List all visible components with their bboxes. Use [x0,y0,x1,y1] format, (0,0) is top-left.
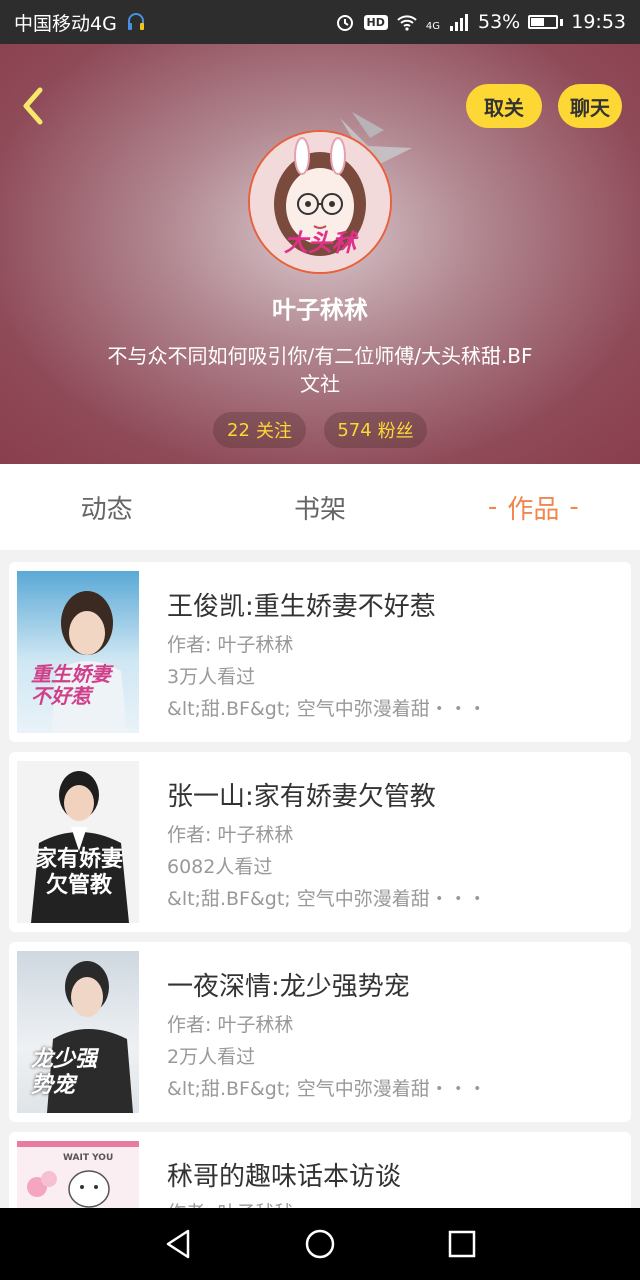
work-views: 6082人看过 [167,856,273,878]
clock: 19:53 [571,11,626,33]
headset-icon [127,13,144,30]
work-card[interactable]: 重生娇妻不好惹 王俊凯:重生娇妻不好惹 作者: 叶子秫秫 3万人看过 &lt;甜… [9,562,631,742]
home-nav-icon[interactable] [302,1226,338,1262]
work-description: &lt;甜.BF&gt; 空气中弥漫着甜・・・ [167,1078,487,1100]
following-count: 22 [227,419,250,441]
work-views: 2万人看过 [167,1046,256,1068]
work-description: &lt;甜.BF&gt; 空气中弥漫着甜・・・ [167,888,487,910]
work-card[interactable]: WAIT YOU 秫哥的趣味话本访谈 作者: 叶子秫秫 [9,1132,631,1208]
bio: 不与众不同如何吸引你/有二位师傅/大头秫甜.BF文社 [107,344,533,396]
avatar-text: 大头秫 [284,229,356,257]
tab-indicator-left: - [487,492,498,522]
work-views: 3万人看过 [167,666,256,688]
chevron-left-icon [23,87,43,125]
unfollow-button[interactable]: 取关 [466,84,542,128]
cover-art [17,1141,139,1208]
battery-percent: 53% [478,11,521,33]
back-nav-icon[interactable] [160,1226,196,1262]
wifi-icon [397,15,417,31]
navigation-bar [0,1208,640,1280]
tab-bookshelf-label: 书架 [293,494,346,525]
work-author: 作者: 叶子秫秫 [167,1198,293,1208]
cover-title: 龙少强势宠 [31,1047,98,1098]
avatar[interactable]: 大头秫 [248,130,392,274]
chat-button[interactable]: 聊天 [558,84,622,128]
cover-art [51,591,127,733]
tab-bookshelf[interactable]: 书架 [213,464,426,550]
tab-works[interactable]: - 作品 - [427,464,640,550]
following-stat[interactable]: 22 关注 [213,412,306,448]
hd-badge: HD [363,14,388,30]
tab-works-label: 作品 [507,494,560,525]
alarm-icon [336,15,353,31]
fans-stat[interactable]: 574 粉丝 [324,412,427,448]
work-description: &lt;甜.BF&gt; 空气中弥漫着甜・・・ [167,698,487,720]
recents-nav-icon[interactable] [444,1226,480,1262]
fans-count: 574 [337,419,372,441]
battery-fill [531,18,545,26]
nickname: 叶子秫秫 [272,296,368,324]
work-author: 作者: 叶子秫秫 [167,1014,294,1036]
book-cover[interactable]: 家有娇妻欠管教 [17,761,139,923]
work-card[interactable]: 家有娇妻欠管教 张一山:家有娇妻欠管教 作者: 叶子秫秫 6082人看过 &lt… [9,752,631,932]
book-cover[interactable]: 重生娇妻不好惹 [17,571,139,733]
work-author: 作者: 叶子秫秫 [167,634,294,656]
work-title: 一夜深情:龙少强势宠 [167,972,410,1002]
profile-tabs: 动态 书架 - 作品 - [0,464,640,550]
signal-icon [450,14,468,31]
tab-activity-label: 动态 [80,494,133,525]
network-label: 4G [425,21,440,32]
work-title: 张一山:家有娇妻欠管教 [167,782,436,812]
fans-label: 粉丝 [377,421,414,442]
work-title: 秫哥的趣味话本访谈 [167,1162,402,1192]
cover-title: 家有娇妻欠管教 [34,847,123,898]
book-cover[interactable]: 龙少强势宠 [17,951,139,1113]
following-label: 关注 [255,421,292,442]
battery-tip [560,18,564,26]
battery-icon [528,15,559,29]
tab-indicator-right: - [569,492,579,522]
status-bar: 中国移动4G HD 4G 53% 19:53 [0,0,640,44]
profile-header: 取关 聊天 大头秫 叶子秫秫 不与众不同如何吸引你/有二位师傅/大头秫甜.BF文 [0,44,640,464]
work-title: 王俊凯:重生娇妻不好惹 [167,592,436,622]
carrier-label: 中国移动4G [14,12,117,35]
work-card[interactable]: 龙少强势宠 一夜深情:龙少强势宠 作者: 叶子秫秫 2万人看过 &lt;甜.BF… [9,942,631,1122]
back-button[interactable] [14,84,54,128]
tab-activity[interactable]: 动态 [0,464,213,550]
work-author: 作者: 叶子秫秫 [167,824,294,846]
cover-title: 重生娇妻不好惹 [31,662,111,708]
book-cover[interactable]: WAIT YOU [17,1141,139,1208]
cover-title: WAIT YOU [63,1153,114,1163]
